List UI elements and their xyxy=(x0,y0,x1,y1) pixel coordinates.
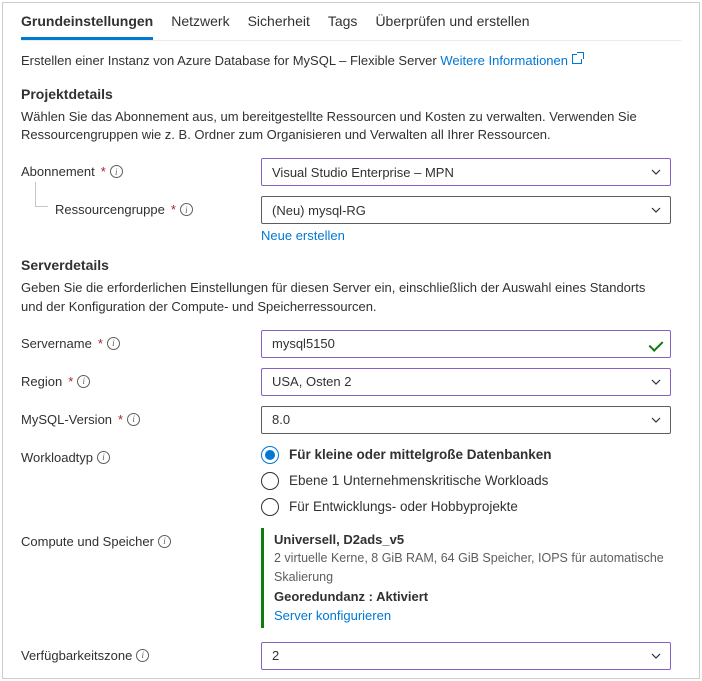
resourcegroup-label: Ressourcengruppe* i xyxy=(21,196,261,217)
workload-option-dev[interactable]: Für Entwicklungs- oder Hobbyprojekte xyxy=(261,498,671,516)
region-select[interactable]: USA, Osten 2 xyxy=(261,368,671,396)
info-icon[interactable]: i xyxy=(158,535,171,548)
tab-tags[interactable]: Tags xyxy=(328,3,358,40)
server-details-desc: Geben Sie die erforderlichen Einstellung… xyxy=(21,279,661,315)
project-details-heading: Projektdetails xyxy=(21,86,681,102)
tab-bar: Grundeinstellungen Netzwerk Sicherheit T… xyxy=(21,3,681,41)
compute-specs: 2 virtuelle Kerne, 8 GiB RAM, 64 GiB Spe… xyxy=(274,549,671,587)
workload-radio-group: Für kleine oder mittelgroße Datenbanken … xyxy=(261,444,671,516)
workload-option-small[interactable]: Für kleine oder mittelgroße Datenbanken xyxy=(261,446,671,464)
info-icon[interactable]: i xyxy=(107,337,120,350)
radio-icon xyxy=(261,472,279,490)
radio-icon xyxy=(261,446,279,464)
mysql-version-label: MySQL-Version* i xyxy=(21,406,261,427)
info-icon[interactable]: i xyxy=(77,375,90,388)
intro-label: Erstellen einer Instanz von Azure Databa… xyxy=(21,53,440,68)
info-icon[interactable]: i xyxy=(110,165,123,178)
servername-label: Servername* i xyxy=(21,330,261,351)
server-details-heading: Serverdetails xyxy=(21,257,681,273)
chevron-down-icon xyxy=(650,414,662,426)
tab-network[interactable]: Netzwerk xyxy=(171,3,229,40)
tab-basics[interactable]: Grundeinstellungen xyxy=(21,3,153,40)
workload-option-tier1[interactable]: Ebene 1 Unternehmenskritische Workloads xyxy=(261,472,671,490)
more-info-link[interactable]: Weitere Informationen xyxy=(440,53,582,68)
subscription-select[interactable]: Visual Studio Enterprise – MPN xyxy=(261,158,671,186)
availability-zone-select[interactable]: 2 xyxy=(261,642,671,670)
radio-icon xyxy=(261,498,279,516)
compute-sku: Universell, D2ads_v5 xyxy=(274,530,671,550)
create-new-rg-link[interactable]: Neue erstellen xyxy=(261,228,345,243)
workload-label: Workloadtyp i xyxy=(21,444,261,465)
compute-storage-label: Compute und Speicher i xyxy=(21,528,261,549)
chevron-down-icon xyxy=(650,376,662,388)
chevron-down-icon xyxy=(650,650,662,662)
tab-security[interactable]: Sicherheit xyxy=(248,3,310,40)
project-details-desc: Wählen Sie das Abonnement aus, um bereit… xyxy=(21,108,661,144)
info-icon[interactable]: i xyxy=(136,649,149,662)
info-icon[interactable]: i xyxy=(180,203,193,216)
mysql-version-select[interactable]: 8.0 xyxy=(261,406,671,434)
subscription-label: Abonnement* i xyxy=(21,158,261,179)
tab-review[interactable]: Überprüfen und erstellen xyxy=(375,3,529,40)
geo-redundancy: Georedundanz : Aktiviert xyxy=(274,587,671,607)
intro-text: Erstellen einer Instanz von Azure Databa… xyxy=(21,53,681,68)
availability-zone-label: Verfügbarkeitszone i xyxy=(21,642,261,663)
servername-input[interactable]: mysql5150 xyxy=(261,330,671,358)
resourcegroup-select[interactable]: (Neu) mysql-RG xyxy=(261,196,671,224)
configure-server-link[interactable]: Server konfigurieren xyxy=(274,608,391,623)
info-icon[interactable]: i xyxy=(97,451,110,464)
region-label: Region* i xyxy=(21,368,261,389)
external-link-icon xyxy=(572,54,582,64)
compute-summary: Universell, D2ads_v5 2 virtuelle Kerne, … xyxy=(261,528,671,628)
info-icon[interactable]: i xyxy=(127,413,140,426)
chevron-down-icon xyxy=(650,204,662,216)
chevron-down-icon xyxy=(650,166,662,178)
